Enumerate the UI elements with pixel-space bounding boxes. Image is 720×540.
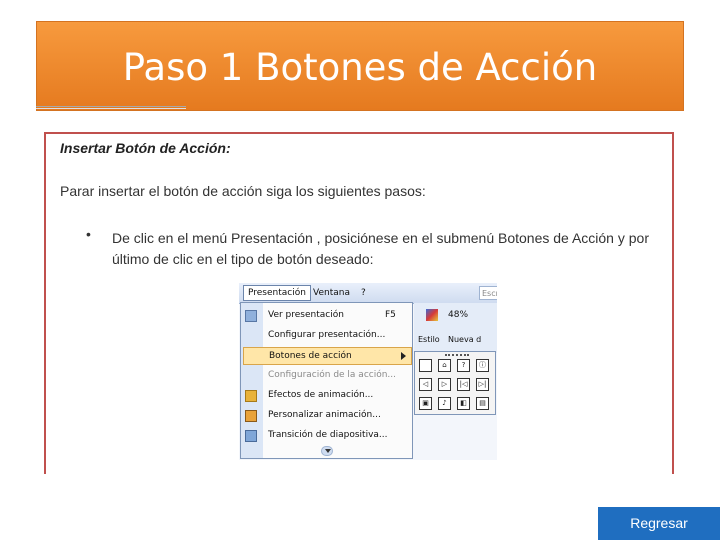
nueva-label: Nueva d [448,335,482,344]
action-button-return: ▣ [419,397,432,410]
action-button-sound: ♪ [438,397,451,410]
page-title: Paso 1 Botones de Acción [122,46,598,89]
menu-item-ver-presentacion: Ver presentación F5 [241,307,412,325]
menu-item-botones-accion: Botones de acción [243,347,412,365]
title-banner: Paso 1 Botones de Acción [36,21,684,111]
action-button-info: ⓘ [476,359,489,372]
menu-item-configuracion-accion: Configuración de la acción... [268,370,397,380]
section-heading: Insertar Botón de Acción: [60,140,231,156]
action-button-back: ◁ [419,378,432,391]
menu-screenshot: Presentación Ventana ? Escr 48% Estilo N… [239,283,497,460]
menu-presentacion: Presentación [243,285,311,301]
menu-help: ? [361,288,366,298]
action-button-custom [419,359,432,372]
action-button-forward: ▷ [438,378,451,391]
menu-item-personalizar: Personalizar animación... [241,407,412,425]
effects-icon [245,390,257,402]
title-divider-shadow [36,108,186,109]
slideshow-icon [245,310,257,322]
menu-item-configurar: Configurar presentación... [268,330,386,340]
toolbar-area: 48% Estilo Nueva d [414,303,497,353]
intro-text: Parar insertar el botón de acción siga l… [60,183,426,199]
menu-ventana: Ventana [313,288,350,298]
menu-item-transicion: Transición de diapositiva... [241,427,412,445]
action-button-movie: ▤ [476,397,489,410]
menubar: Presentación Ventana ? Escr [239,283,497,304]
presentacion-dropdown: Ver presentación F5 Configurar presentac… [240,302,413,459]
animation-icon [245,410,257,422]
instruction-text: De clic en el menú Presentación , posici… [112,230,649,267]
estilo-label: Estilo [418,335,440,344]
submenu-arrow-icon [401,352,406,360]
panel-grip [445,354,469,358]
action-buttons-panel: ⌂ ? ⓘ ◁ ▷ |◁ ▷| ▣ ♪ ◧ ▤ [414,351,496,415]
transition-icon [245,430,257,442]
palette-icon [426,309,438,321]
expand-chevron-icon [321,446,333,456]
zoom-level: 48% [448,310,469,320]
action-button-help: ? [457,359,470,372]
action-button-end: ▷| [476,378,489,391]
action-button-beginning: |◁ [457,378,470,391]
action-button-document: ◧ [457,397,470,410]
search-box: Escr [479,286,497,300]
title-divider [36,106,186,107]
bullet-icon: • [86,226,91,242]
regresar-button[interactable]: Regresar [598,507,720,540]
action-button-home: ⌂ [438,359,451,372]
menu-item-efectos: Efectos de animación... [241,387,412,405]
